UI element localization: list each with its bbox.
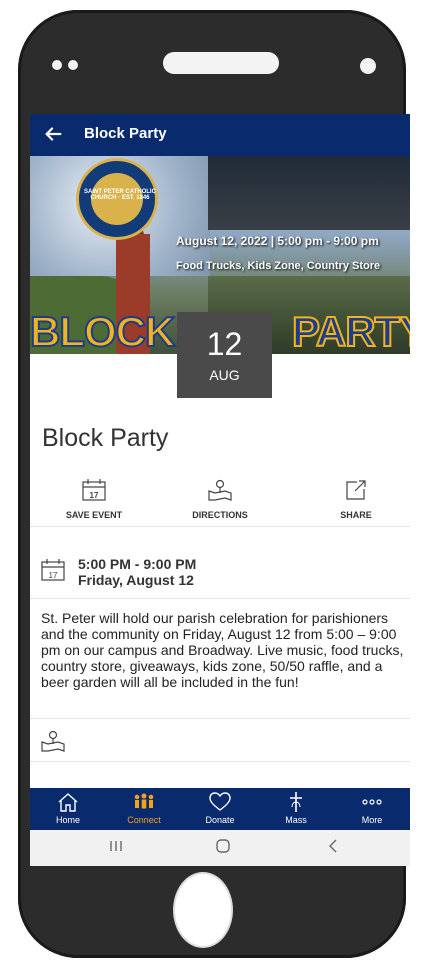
arrow-left-icon[interactable] <box>42 123 64 145</box>
nav-more[interactable]: More <box>334 788 410 830</box>
event-time: 5:00 PM - 9:00 PM <box>78 556 197 572</box>
nav-donate[interactable]: Donate <box>182 788 258 830</box>
save-event-button[interactable]: 17 SAVE EVENT <box>34 474 154 520</box>
nav-mass-label: Mass <box>285 815 307 825</box>
directions-label: DIRECTIONS <box>192 510 248 520</box>
more-icon <box>362 799 382 805</box>
church-seal-logo: SAINT PETER CATHOLIC CHURCH · EST. 1846 <box>76 158 158 240</box>
hero-word-block: BLOCK <box>30 307 176 354</box>
sensor-dot <box>360 58 376 74</box>
app-bar: Block Party <box>30 114 410 156</box>
date-badge-month: AUG <box>209 367 240 383</box>
save-event-label: SAVE EVENT <box>65 510 123 520</box>
date-badge-day: 12 <box>206 326 243 362</box>
svg-text:17: 17 <box>49 571 58 580</box>
map-pin-icon <box>41 730 65 752</box>
event-time-block[interactable]: 17 5:00 PM - 9:00 PM Friday, August 12 <box>30 542 410 599</box>
event-actions: 17 SAVE EVENT DIRECTIONS SHARE <box>30 474 410 527</box>
hero-date-line: August 12, 2022 | 5:00 pm - 9:00 pm <box>176 234 379 248</box>
event-time-text: 5:00 PM - 9:00 PM Friday, August 12 <box>78 556 196 588</box>
bottom-nav: Home Connect Donate Mass More <box>30 788 410 830</box>
cross-icon <box>290 792 302 812</box>
hero-word-party: PARTY <box>291 307 410 354</box>
nav-more-label: More <box>361 815 383 825</box>
people-icon <box>134 793 154 809</box>
heart-icon <box>209 792 231 811</box>
event-title: Block Party <box>42 424 169 452</box>
camera-dot <box>52 60 62 70</box>
nav-connect[interactable]: Connect <box>106 788 182 830</box>
nav-donate-label: Donate <box>205 815 235 825</box>
nav-home-label: Home <box>55 815 80 825</box>
hero-stage <box>208 156 410 230</box>
share-button[interactable]: SHARE <box>296 474 410 520</box>
date-badge: 12 AUG <box>177 312 272 398</box>
app-bar-title: Block Party <box>84 125 167 142</box>
recent-apps-icon[interactable] <box>108 838 124 854</box>
event-description: St. Peter will hold our parish celebrati… <box>41 610 404 690</box>
nav-connect-label: Connect <box>127 815 161 825</box>
share-icon <box>346 480 366 500</box>
event-location-row[interactable] <box>30 718 410 762</box>
camera-dot <box>68 60 78 70</box>
seal-text: SAINT PETER CATHOLIC CHURCH · EST. 1846 <box>84 189 156 201</box>
event-date: Friday, August 12 <box>78 572 194 588</box>
home-icon <box>58 793 78 812</box>
app-screen: Block Party SAINT PETER CATHOLIC CHURCH … <box>30 114 410 866</box>
directions-button[interactable]: DIRECTIONS <box>160 474 280 520</box>
hardware-home-button[interactable] <box>173 872 233 948</box>
speaker-grill <box>163 52 279 74</box>
nav-home[interactable]: Home <box>30 788 106 830</box>
svg-text:17: 17 <box>90 491 99 500</box>
share-label: SHARE <box>340 510 372 520</box>
nav-mass[interactable]: Mass <box>258 788 334 830</box>
map-pin-icon <box>208 479 232 501</box>
hero-sub-line: Food Trucks, Kids Zone, Country Store <box>176 260 381 272</box>
system-home-icon[interactable] <box>215 838 231 854</box>
calendar-icon: 17 <box>82 479 106 501</box>
system-back-icon[interactable] <box>326 838 342 854</box>
system-nav-bar <box>30 830 410 866</box>
calendar-icon: 17 <box>41 559 65 581</box>
